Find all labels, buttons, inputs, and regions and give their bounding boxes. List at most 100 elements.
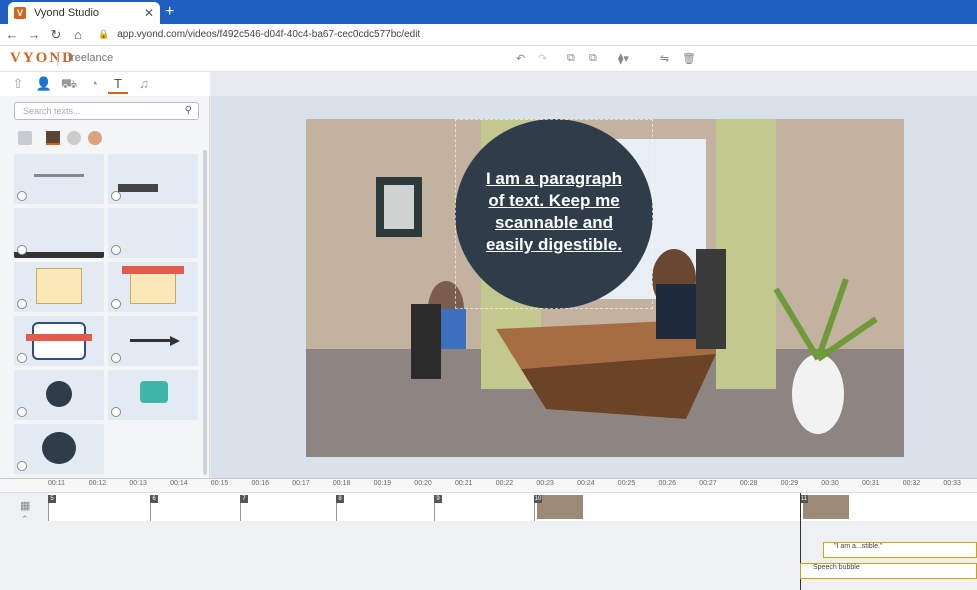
vyond-favicon-icon: V	[14, 7, 26, 19]
scene-block[interactable]	[240, 495, 336, 521]
text-template-thumb[interactable]	[14, 154, 104, 204]
upload-icon[interactable]: ⇧	[8, 76, 28, 94]
search-icon: ⚲	[184, 105, 192, 116]
scene-number: 6	[150, 495, 158, 503]
scene-block[interactable]	[150, 495, 240, 521]
ruler-tick-label: 00:32	[902, 480, 921, 487]
ruler-tick-label: 00:17	[292, 480, 310, 487]
props-icon[interactable]: ⛟	[59, 76, 79, 94]
chart-icon[interactable]: ◔	[84, 76, 104, 94]
lock-icon: 🔒	[98, 29, 110, 39]
play-icon[interactable]	[17, 245, 27, 255]
text-template-thumb[interactable]	[14, 370, 104, 420]
timeline-ruler[interactable]: 00:11 00:12 00:13 00:14 00:15 00:16 00:17 00:18…	[0, 479, 977, 493]
url-field[interactable]: 🔒 app.vyond.com/videos/f492c546-d04f-40c…	[98, 29, 420, 40]
reload-icon[interactable]: ↻	[46, 27, 66, 43]
ruler-tick-label: 00:13	[129, 480, 147, 487]
zoom-icon[interactable]	[17, 191, 27, 201]
text-template-thumb[interactable]	[108, 370, 198, 420]
layers-icon[interactable]: ⧫▾	[618, 52, 629, 65]
ruler-tick-label: 00:33	[943, 480, 961, 487]
browser-tab-bar: V Vyond Studio ✕ +	[0, 0, 977, 24]
tab-title: Vyond Studio	[34, 7, 100, 19]
ruler-tick-label: 00:26	[658, 480, 677, 487]
text-template-thumb[interactable]	[108, 262, 198, 312]
home-icon[interactable]: ⌂	[68, 27, 88, 42]
zoom-icon[interactable]	[17, 407, 27, 417]
project-title[interactable]: freelance	[68, 52, 113, 64]
close-tab-icon[interactable]: ✕	[144, 6, 154, 20]
play-icon[interactable]	[111, 299, 121, 309]
undo-icon[interactable]: ↶	[516, 52, 525, 65]
play-icon[interactable]	[17, 353, 27, 363]
ruler-tick-label: 00:12	[88, 480, 107, 487]
delete-icon[interactable]: 🗑	[682, 52, 696, 65]
ruler-tick-label: 00:14	[170, 480, 188, 487]
play-icon[interactable]	[111, 407, 121, 417]
text-icon[interactable]: T	[108, 76, 128, 94]
text-template-thumb[interactable]	[14, 424, 104, 474]
url-text: app.vyond.com/videos/f492c546-d04f-40c4-…	[117, 29, 421, 40]
browser-tab[interactable]: V Vyond Studio ✕	[8, 2, 160, 24]
text-assets-panel: Search texts... ⚲	[0, 96, 210, 478]
character-icon[interactable]: 👤	[34, 76, 54, 94]
play-icon[interactable]	[111, 245, 121, 255]
flip-icon[interactable]: ⇋	[660, 52, 669, 65]
search-placeholder: Search texts...	[23, 106, 81, 116]
scene-grid-icon[interactable]: ▦	[20, 499, 30, 512]
scene-number: 8	[336, 495, 344, 503]
style-sketch-icon[interactable]	[67, 131, 81, 145]
text-template-thumb[interactable]	[108, 154, 198, 204]
panel-scrollbar[interactable]	[203, 150, 207, 475]
logo-divider	[57, 52, 58, 66]
text-template-thumb[interactable]	[108, 316, 198, 366]
text-template-thumb[interactable]	[14, 262, 104, 312]
copy-icon[interactable]: ⧉	[567, 52, 575, 65]
forward-icon[interactable]: →	[24, 27, 44, 42]
back-icon[interactable]: ←	[2, 27, 22, 42]
new-tab-button[interactable]: +	[165, 3, 174, 21]
search-texts-input[interactable]: Search texts... ⚲	[14, 102, 199, 120]
ruler-tick-label: 00:15	[210, 480, 229, 487]
scene-block[interactable]	[48, 495, 150, 521]
collapse-icon[interactable]: ⌃	[21, 514, 29, 525]
ruler-tick-label: 00:31	[862, 480, 880, 487]
paste-icon[interactable]: ⧉	[589, 52, 597, 65]
ruler-tick-label: 00:27	[699, 480, 717, 487]
zoom-icon[interactable]	[111, 353, 121, 363]
ruler-tick-label: 00:30	[821, 480, 839, 487]
address-bar: ← → ↻ ⌂ 🔒 app.vyond.com/videos/f492c546-…	[0, 24, 977, 46]
scene-block[interactable]	[800, 495, 977, 521]
play-icon[interactable]	[111, 191, 121, 201]
vyond-logo: VYOND	[10, 50, 75, 66]
ruler-tick-label: 00:24	[577, 480, 595, 487]
scene-block[interactable]	[534, 495, 800, 521]
text-element-bar[interactable]: "I am a...stible."	[823, 542, 977, 558]
ruler-tick-label: 00:18	[332, 480, 351, 487]
speech-bubble-element-bar[interactable]: Speech bubble	[800, 563, 977, 579]
music-icon[interactable]: ♫	[134, 76, 154, 94]
ruler-tick-label: 00:20	[414, 480, 432, 487]
ruler-tick-label: 00:16	[251, 480, 270, 487]
selection-box[interactable]	[455, 119, 653, 309]
ruler-tick-label: 00:21	[455, 480, 473, 487]
grid-icon[interactable]	[18, 131, 32, 145]
text-template-thumb[interactable]	[108, 208, 198, 258]
text-template-thumb[interactable]	[14, 316, 104, 366]
redo-icon[interactable]: ↷	[538, 52, 547, 65]
scene-block[interactable]	[336, 495, 434, 521]
scene-number: 9	[434, 495, 442, 503]
app-header: VYOND freelance ↶ ↷ ⧉ ⧉ ⧫▾ ⇋ 🗑	[0, 46, 977, 72]
ruler-tick-label: 00:19	[373, 480, 392, 487]
scene-block[interactable]	[434, 495, 534, 521]
ruler-tick-label: 00:22	[495, 480, 514, 487]
ruler-tick-label: 00:25	[617, 480, 636, 487]
scene-number: 5	[48, 495, 56, 503]
text-template-thumb[interactable]	[14, 208, 104, 258]
ruler-tick-label: 00:23	[536, 480, 554, 487]
style-business-icon[interactable]	[88, 131, 102, 145]
ruler-tick-label: 00:29	[780, 480, 799, 487]
play-icon[interactable]	[17, 299, 27, 309]
style-whiteboard-icon[interactable]	[46, 131, 60, 145]
zoom-icon[interactable]	[17, 461, 27, 471]
